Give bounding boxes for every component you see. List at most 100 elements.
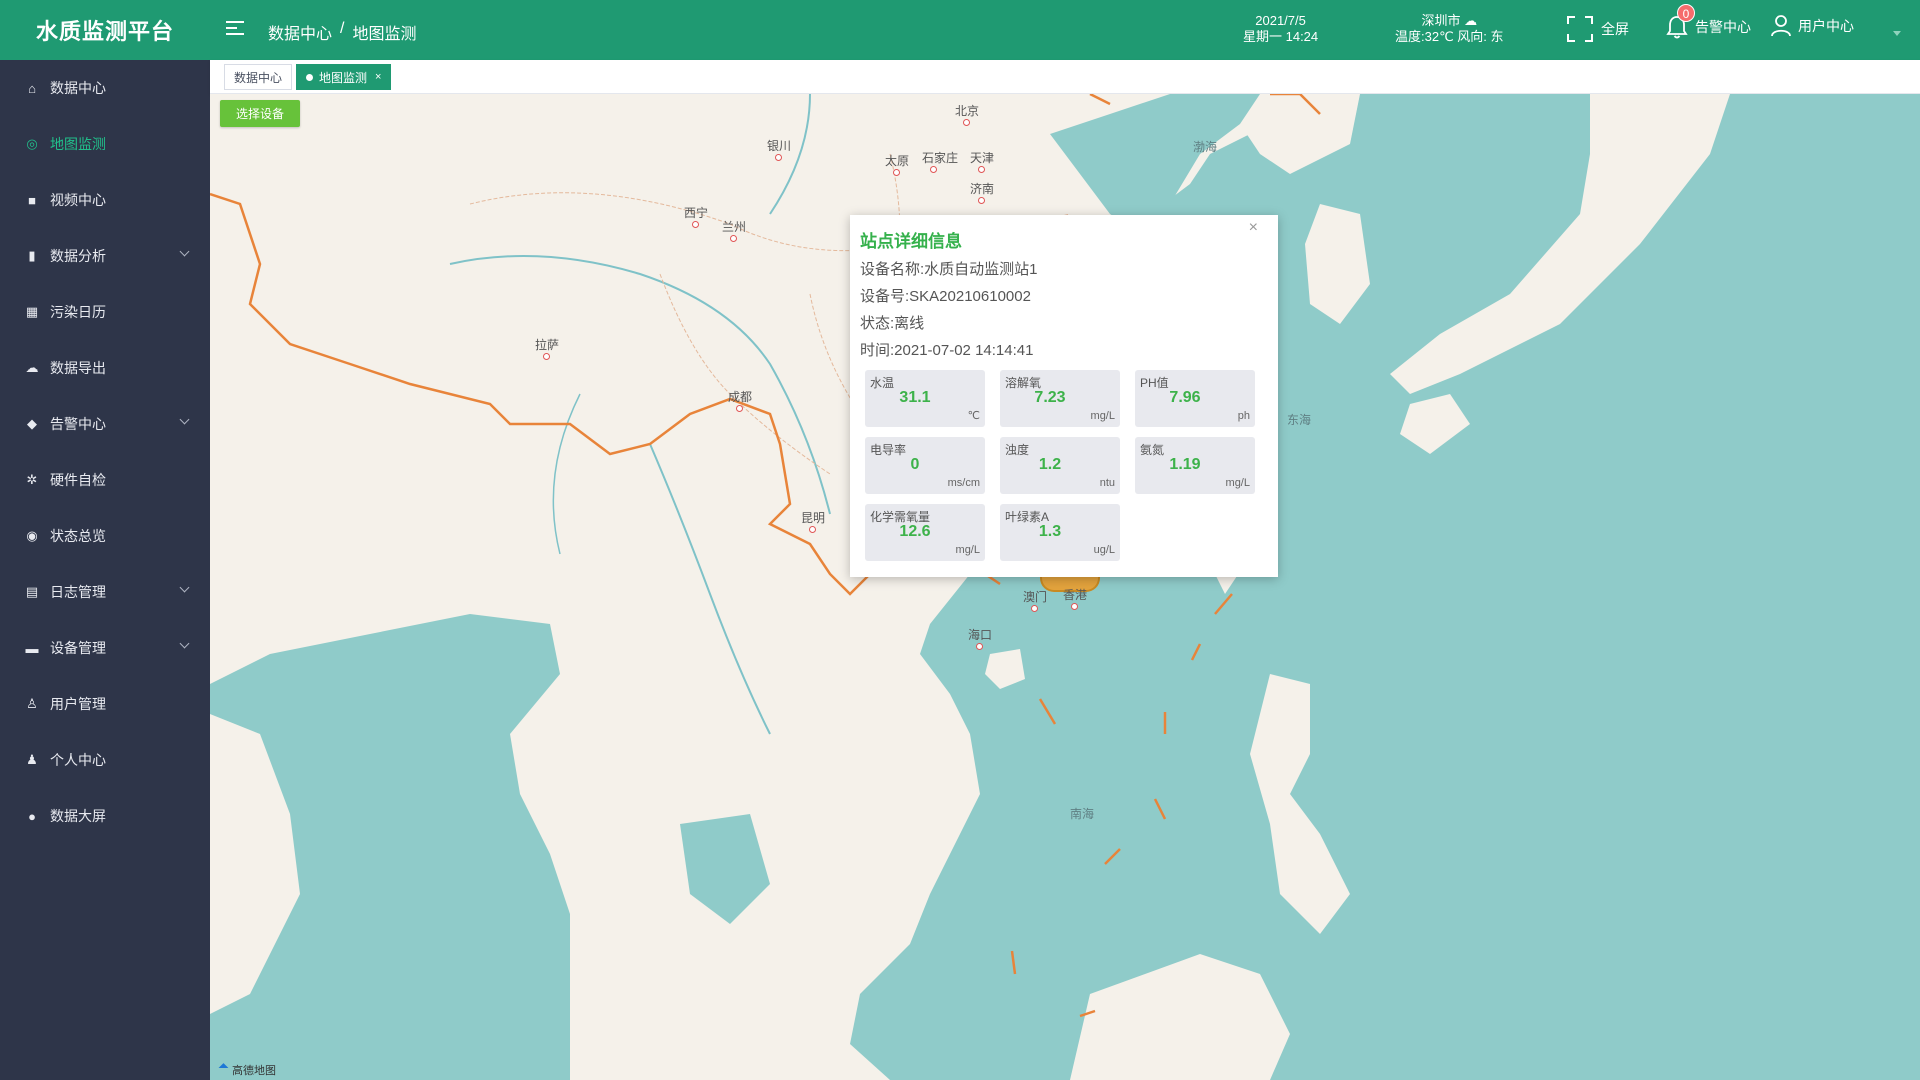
active-dot-icon bbox=[306, 73, 313, 81]
sidebar-item-label: 数据分析 bbox=[50, 248, 106, 264]
gear-icon: ✲ bbox=[26, 472, 38, 487]
weekday-time-text: 星期一 14:24 bbox=[1243, 29, 1319, 44]
sea-label: 渤海 bbox=[1193, 140, 1218, 154]
breadcrumb-item-data-center[interactable]: 数据中心 bbox=[268, 20, 332, 44]
user-center-button[interactable]: 用户中心 bbox=[1770, 14, 1854, 38]
city-marker-icon bbox=[930, 166, 937, 173]
sidebar-item[interactable]: ♟ 个人中心 bbox=[0, 732, 210, 788]
city-marker-icon bbox=[1071, 603, 1078, 610]
time-text: 时间:2021-07-02 14:14:41 bbox=[860, 342, 1034, 359]
sidebar-item-label: 数据中心 bbox=[50, 80, 106, 96]
metric-card: PH值 7.96 ph bbox=[1135, 370, 1255, 427]
sidebar-item-label: 设备管理 bbox=[50, 640, 106, 656]
alarm-center-button[interactable]: 0 告警中心 bbox=[1665, 4, 1751, 40]
cloud-icon: ☁ bbox=[1464, 13, 1478, 28]
metric-unit: mg/L bbox=[1225, 477, 1250, 489]
tab-data-center[interactable]: 数据中心 bbox=[224, 64, 293, 90]
device-id-text: 设备号:SKA20210610002 bbox=[860, 288, 1031, 305]
metric-unit: ℃ bbox=[967, 410, 980, 422]
sidebar-item[interactable]: ▤ 日志管理 bbox=[0, 564, 210, 620]
close-tab-icon[interactable]: × bbox=[375, 71, 381, 83]
city-marker-icon bbox=[963, 119, 970, 126]
home-icon: ⌂ bbox=[28, 80, 36, 96]
metric-card: 电导率 0 ms/cm bbox=[865, 437, 985, 494]
sidebar-item[interactable]: ⌂ 数据中心 bbox=[0, 60, 210, 116]
chevron-down-icon bbox=[179, 582, 190, 593]
city-label: 兰州 bbox=[722, 220, 747, 234]
city-marker-icon bbox=[893, 169, 900, 176]
weather-text: 温度:32℃ 风向: 东 bbox=[1395, 29, 1504, 44]
select-device-button[interactable]: 选择设备 bbox=[220, 100, 300, 127]
map-attribution[interactable]: 高德地图 bbox=[213, 1062, 276, 1078]
city-label: 成都 bbox=[728, 390, 753, 404]
sea-label: 南海 bbox=[1070, 807, 1095, 821]
metric-unit: mg/L bbox=[955, 544, 980, 556]
sidebar-item[interactable]: ▦ 污染日历 bbox=[0, 284, 210, 340]
globe-icon: ● bbox=[28, 808, 36, 824]
user-icon: ♟ bbox=[26, 752, 38, 767]
metric-value: 0 bbox=[910, 456, 920, 473]
breadcrumb-item-current: 地图监测 bbox=[352, 26, 417, 43]
attribution-text: 高德地图 bbox=[232, 1065, 276, 1077]
calendar-icon: ▦ bbox=[25, 304, 39, 319]
popup-close-icon[interactable]: × bbox=[1249, 219, 1258, 237]
city-label: 海口 bbox=[968, 628, 993, 642]
bar-chart-icon: ▮ bbox=[28, 248, 36, 263]
tab-map-monitor[interactable]: 地图监测 × bbox=[296, 64, 392, 90]
chevron-down-icon[interactable] bbox=[1893, 31, 1901, 36]
tab-label: 数据中心 bbox=[234, 70, 283, 85]
metric-value: 7.23 bbox=[1034, 389, 1066, 406]
fullscreen-icon bbox=[1565, 14, 1595, 44]
city-label: 银川 bbox=[767, 139, 792, 153]
map-view[interactable]: 北京 银川 太原 石家庄 天津 济南 西宁 兰州 拉萨 成都 昆明 海口 澳门 香港 渤海 东海 南海 选择设… bbox=[210, 94, 1920, 1080]
cloud-download-icon: ☁ bbox=[25, 360, 39, 375]
sidebar-item[interactable]: ▬ 设备管理 bbox=[0, 620, 210, 676]
sidebar-item-label: 地图监测 bbox=[50, 136, 106, 152]
city-label: 西宁 bbox=[684, 206, 709, 220]
sidebar-item[interactable]: ■ 视频中心 bbox=[0, 172, 210, 228]
city-label: 北京 bbox=[955, 104, 980, 118]
sidebar: ⌂ 数据中心 ◎ 地图监测 ■ 视频中心 ▮ 数据分析 ▦ 污染日历 ☁ 数据导出 ◆ 告警中心 ✲ 硬件自检… bbox=[0, 60, 210, 1080]
metric-value: 1.2 bbox=[1038, 456, 1062, 473]
city-label: 昆明 bbox=[801, 511, 826, 525]
city-weather-line: 深圳市 ☁ bbox=[1395, 13, 1504, 29]
sidebar-item[interactable]: ▮ 数据分析 bbox=[0, 228, 210, 284]
sidebar-item[interactable]: ♙ 用户管理 bbox=[0, 676, 210, 732]
chevron-down-icon bbox=[179, 414, 190, 425]
metrics-grid: 水温 31.1 ℃ 溶解氧 7.23 mg/L PH值 7.96 ph 电导率 0 ms/cm 浊度 1.… bbox=[865, 370, 1268, 561]
metric-value: 7.96 bbox=[1169, 389, 1201, 406]
metric-card: 化学需氧量 12.6 mg/L bbox=[865, 504, 985, 561]
metric-value: 12.6 bbox=[899, 523, 931, 540]
user-center-label: 用户中心 bbox=[1798, 18, 1854, 34]
menu-toggle-icon[interactable] bbox=[226, 21, 244, 37]
fullscreen-button[interactable]: 全屏 bbox=[1565, 14, 1629, 44]
city-marker-icon bbox=[976, 643, 983, 650]
city-label: 澳门 bbox=[1023, 590, 1048, 604]
sidebar-item-label: 污染日历 bbox=[50, 304, 106, 320]
metric-card: 溶解氧 7.23 mg/L bbox=[1000, 370, 1120, 427]
sidebar-item-label: 数据导出 bbox=[50, 360, 106, 376]
top-header: 数据中心 / 地图监测 2021/7/5 星期一 14:24 深圳市 ☁ 温度:… bbox=[210, 0, 1920, 60]
sidebar-item[interactable]: ◎ 地图监测 bbox=[0, 116, 210, 172]
sidebar-item[interactable]: ✲ 硬件自检 bbox=[0, 452, 210, 508]
sidebar-item-label: 状态总览 bbox=[50, 528, 106, 544]
sidebar-item[interactable]: ◉ 状态总览 bbox=[0, 508, 210, 564]
sidebar-item[interactable]: ☁ 数据导出 bbox=[0, 340, 210, 396]
city-label: 济南 bbox=[970, 182, 995, 196]
city-marker-icon bbox=[1031, 605, 1038, 612]
metric-unit: ms/cm bbox=[947, 477, 980, 489]
sidebar-item-label: 告警中心 bbox=[50, 416, 106, 432]
tab-label: 地图监测 bbox=[319, 70, 368, 85]
sidebar-item[interactable]: ◆ 告警中心 bbox=[0, 396, 210, 452]
metric-card: 水温 31.1 ℃ bbox=[865, 370, 985, 427]
metric-value: 1.3 bbox=[1038, 523, 1062, 540]
metric-card: 浊度 1.2 ntu bbox=[1000, 437, 1120, 494]
metric-value: 1.19 bbox=[1169, 456, 1201, 473]
camera-icon: ■ bbox=[28, 192, 36, 208]
city-label: 香港 bbox=[1063, 588, 1088, 602]
sidebar-item[interactable]: ● 数据大屏 bbox=[0, 788, 210, 844]
chevron-down-icon bbox=[179, 638, 190, 649]
date-time-display: 2021/7/5 星期一 14:24 bbox=[1243, 13, 1318, 45]
city-marker-icon bbox=[730, 235, 737, 242]
city-label: 拉萨 bbox=[535, 338, 560, 352]
